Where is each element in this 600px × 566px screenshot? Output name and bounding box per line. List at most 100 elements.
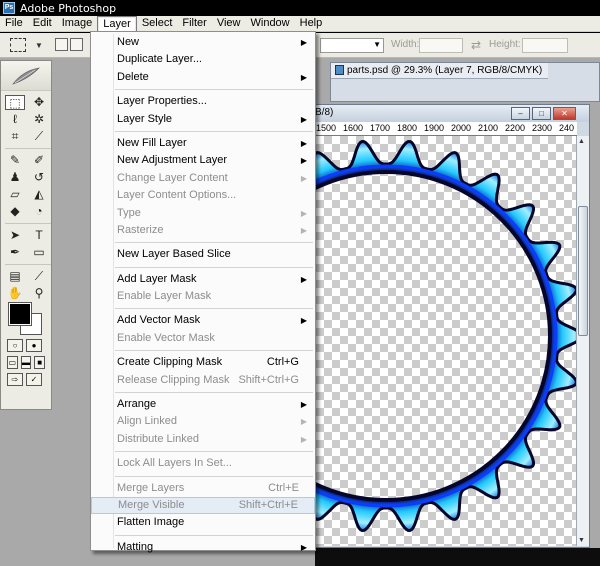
menu-item-merge-layers[interactable]: Merge Layers Ctrl+E <box>91 480 315 497</box>
document-window-back[interactable]: parts.psd @ 29.3% (Layer 7, RGB/8/CMYK) <box>330 62 600 102</box>
dodge-tool-icon[interactable]: ◔ <box>29 204 49 219</box>
menu-item-duplicate-layer[interactable]: Duplicate Layer... <box>91 51 315 68</box>
type-tool-icon[interactable]: T <box>29 228 49 243</box>
quick-mask-mode-icon[interactable]: ● <box>26 339 42 352</box>
menu-item-enable-vector-mask[interactable]: Enable Vector Mask <box>91 330 315 347</box>
mask-mode-buttons: ○ ● <box>1 337 51 354</box>
shape-tool-icon[interactable]: ▭ <box>29 245 49 260</box>
menu-item-label: New <box>117 36 140 48</box>
menu-item-new-layer-based-slice[interactable]: New Layer Based Slice <box>91 246 315 263</box>
tool-preset-picker[interactable] <box>10 38 26 52</box>
slice-tool-icon[interactable]: ⟋ <box>29 129 49 144</box>
menu-separator <box>115 308 313 310</box>
menu-file[interactable]: File <box>0 16 28 32</box>
scroll-up-icon[interactable]: ▲ <box>578 138 585 145</box>
scrollbar-thumb[interactable] <box>578 206 588 336</box>
selection-mode-buttons <box>55 38 83 51</box>
crop-tool-icon[interactable]: ⌗ <box>5 129 25 144</box>
full-screen-icon[interactable]: ■ <box>34 356 46 369</box>
blur-tool-icon[interactable]: ◆ <box>5 204 25 219</box>
submenu-arrow-icon: ▶ <box>300 138 307 148</box>
eraser-tool-icon[interactable]: ▱ <box>5 187 25 202</box>
clone-stamp-tool-icon[interactable]: ♟ <box>5 170 25 185</box>
hand-tool-icon[interactable]: ✋ <box>5 286 25 301</box>
new-selection-button[interactable] <box>55 38 68 51</box>
check-icon[interactable]: ✓ <box>26 373 42 386</box>
menu-item-arrange[interactable]: Arrange ▶ <box>91 396 315 413</box>
minimize-button[interactable]: – <box>511 107 530 120</box>
menu-item-flatten-image[interactable]: Flatten Image <box>91 514 315 531</box>
menu-item-merge-visible[interactable]: Merge Visible Shift+Ctrl+E <box>91 496 315 515</box>
pen-tool-icon[interactable]: ✒ <box>5 245 25 260</box>
swap-icon[interactable]: ⇄ <box>471 38 481 52</box>
menu-item-layer-properties[interactable]: Layer Properties... <box>91 93 315 110</box>
chevron-down-icon[interactable]: ▼ <box>35 41 43 50</box>
menu-image[interactable]: Image <box>57 16 98 32</box>
jump-to-imageready-icon[interactable]: ⇨ <box>7 373 23 386</box>
document-tab-title: parts.psd @ 29.3% (Layer 7, RGB/8/CMYK) <box>347 65 543 76</box>
menu-view[interactable]: View <box>212 16 246 32</box>
menu-help[interactable]: Help <box>295 16 328 32</box>
menu-item-layer-style[interactable]: Layer Style ▶ <box>91 111 315 128</box>
toolbox: ⬚ ✥ ℓ ✲ ⌗ ⟋ ✎ ✐ ♟ ↺ ▱ ◭ ◆ ◔ ➤ T ✒ ▭ ▤ ⟋ … <box>0 60 52 410</box>
lasso-tool-icon[interactable]: ℓ <box>5 112 25 127</box>
menu-item-new-fill-layer[interactable]: New Fill Layer ▶ <box>91 135 315 152</box>
marquee-tool-icon[interactable]: ⬚ <box>5 95 25 110</box>
menu-window[interactable]: Window <box>246 16 295 32</box>
width-field[interactable] <box>419 38 463 53</box>
menu-item-label: Flatten Image <box>117 516 185 529</box>
menu-item-distribute-linked[interactable]: Distribute Linked ▶ <box>91 431 315 448</box>
foreground-color-swatch[interactable] <box>8 302 32 326</box>
paint-bucket-tool-icon[interactable]: ◭ <box>29 187 49 202</box>
menu-item-create-clipping-mask[interactable]: Create Clipping Mask Ctrl+G <box>91 354 315 371</box>
menu-separator <box>115 534 313 536</box>
history-brush-tool-icon[interactable]: ↺ <box>29 170 49 185</box>
height-field[interactable] <box>522 38 568 53</box>
menu-shortcut: Ctrl+E <box>268 481 299 494</box>
menu-item-release-clipping-mask[interactable]: Release Clipping Mask Shift+Ctrl+G <box>91 372 315 389</box>
scroll-down-icon[interactable]: ▼ <box>578 537 585 544</box>
menu-item-rasterize[interactable]: Rasterize ▶ <box>91 222 315 239</box>
menu-item-new-adjustment-layer[interactable]: New Adjustment Layer ▶ <box>91 152 315 169</box>
move-tool-icon[interactable]: ✥ <box>29 95 49 110</box>
document-tab[interactable]: parts.psd @ 29.3% (Layer 7, RGB/8/CMYK) <box>331 63 549 79</box>
magic-wand-tool-icon[interactable]: ✲ <box>29 112 49 127</box>
zoom-tool-icon[interactable]: ⚲ <box>29 286 49 301</box>
add-selection-button[interactable] <box>70 38 83 51</box>
menu-filter[interactable]: Filter <box>177 16 211 32</box>
menu-item-new[interactable]: New ▶ <box>91 34 315 51</box>
standard-mode-icon[interactable]: ○ <box>7 339 23 352</box>
close-button[interactable]: ✕ <box>553 107 576 120</box>
eyedropper-tool-icon[interactable]: ⟋ <box>29 269 49 284</box>
menu-item-change-layer-content[interactable]: Change Layer Content ▶ <box>91 170 315 187</box>
menu-item-label: Create Clipping Mask <box>117 356 223 369</box>
full-screen-menu-icon[interactable]: ▬ <box>20 356 32 369</box>
menu-item-label: Merge Layers <box>117 481 185 494</box>
menu-layer[interactable]: Layer <box>97 15 137 32</box>
brush-tool-icon[interactable]: ✐ <box>29 153 49 168</box>
notes-tool-icon[interactable]: ▤ <box>5 269 25 284</box>
style-select[interactable]: ▼ <box>320 38 384 53</box>
menu-item-lock-all-layers-in-set[interactable]: Lock All Layers In Set... <box>91 455 315 472</box>
menu-item-layer-content-options[interactable]: Layer Content Options... <box>91 187 315 204</box>
menu-select[interactable]: Select <box>137 16 178 32</box>
menu-item-align-linked[interactable]: Align Linked ▶ <box>91 413 315 430</box>
menu-item-delete[interactable]: Delete ▶ <box>91 69 315 86</box>
tool-grid: ⬚ ✥ ℓ ✲ ⌗ ⟋ ✎ ✐ ♟ ↺ ▱ ◭ ◆ ◔ ➤ T ✒ ▭ ▤ ⟋ … <box>1 91 51 301</box>
menu-item-matting[interactable]: Matting ▶ <box>91 539 315 556</box>
menu-edit[interactable]: Edit <box>28 16 57 32</box>
photoshop-logo-icon: Ps <box>3 2 15 14</box>
menu-item-add-vector-mask[interactable]: Add Vector Mask ▶ <box>91 312 315 329</box>
healing-brush-tool-icon[interactable]: ✎ <box>5 153 25 168</box>
submenu-arrow-icon: ▶ <box>300 417 307 427</box>
menu-item-add-layer-mask[interactable]: Add Layer Mask ▶ <box>91 271 315 288</box>
menu-item-type[interactable]: Type ▶ <box>91 205 315 222</box>
path-selection-tool-icon[interactable]: ➤ <box>5 228 25 243</box>
toolbox-header[interactable] <box>1 61 51 91</box>
menu-item-enable-layer-mask[interactable]: Enable Layer Mask <box>91 288 315 305</box>
document-titlebar[interactable]: B/8) – □ ✕ <box>301 105 589 122</box>
maximize-button[interactable]: □ <box>532 107 551 120</box>
vertical-scrollbar[interactable]: ▲ ▼ <box>576 136 589 546</box>
image-canvas[interactable] <box>316 136 576 546</box>
standard-screen-icon[interactable]: ▭ <box>7 356 18 369</box>
